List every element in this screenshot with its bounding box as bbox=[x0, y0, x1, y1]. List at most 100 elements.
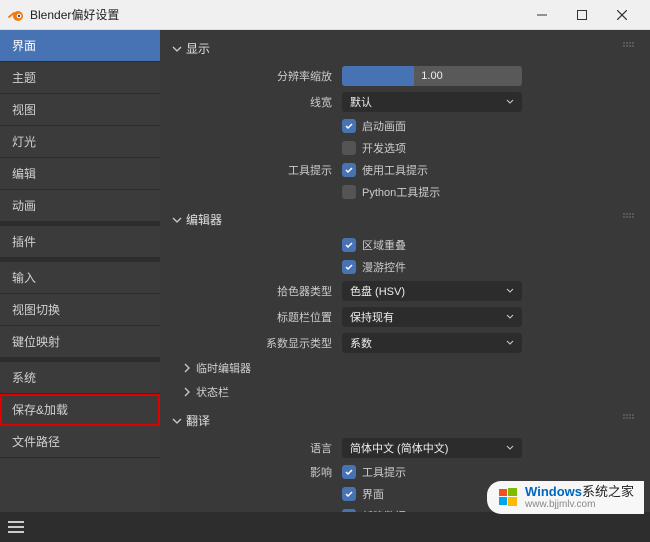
content-panel: 显示 分辨率缩放 1.00 线宽 默认 bbox=[160, 30, 650, 512]
drag-grip-icon[interactable] bbox=[622, 414, 636, 420]
row-nav-controls: 漫游控件 bbox=[164, 256, 642, 278]
watermark-text: Windows系统之家 www.bjjmlv.com bbox=[525, 485, 634, 510]
affect-interface-checkbox[interactable] bbox=[342, 487, 356, 501]
sidebar-item[interactable]: 界面 bbox=[0, 30, 160, 62]
main-area: 界面主题视图灯光编辑动画插件输入视图切换键位映射系统保存&加载文件路径 显示 分… bbox=[0, 30, 650, 512]
row-header-position: 标题栏位置 保持现有 bbox=[164, 304, 642, 330]
sidebar-item[interactable]: 插件 bbox=[0, 226, 160, 258]
section-title: 显示 bbox=[186, 40, 210, 57]
chevron-down-icon bbox=[506, 444, 514, 452]
factor-display-select[interactable]: 系数 bbox=[342, 333, 522, 353]
checkbox-label: 工具提示 bbox=[362, 464, 406, 480]
sidebar-item[interactable]: 主题 bbox=[0, 62, 160, 94]
watermark-url: www.bjjmlv.com bbox=[525, 499, 634, 510]
row-language: 语言 简体中文 (简体中文) bbox=[164, 435, 642, 461]
checkbox-label: 界面 bbox=[362, 486, 384, 502]
resolution-scale-slider[interactable]: 1.00 bbox=[342, 66, 522, 86]
row-region-overlap: 区域重叠 bbox=[164, 234, 642, 256]
affect-newdata-checkbox[interactable] bbox=[342, 509, 356, 512]
section-title: 编辑器 bbox=[186, 211, 222, 228]
section-header-editor[interactable]: 编辑器 bbox=[164, 205, 642, 234]
sidebar-item[interactable]: 系统 bbox=[0, 362, 160, 394]
sub-header-temp-editor[interactable]: 临时编辑器 bbox=[164, 356, 642, 380]
label: 影响 bbox=[172, 464, 342, 480]
minimize-button[interactable] bbox=[522, 0, 562, 30]
color-picker-select[interactable]: 色盘 (HSV) bbox=[342, 281, 522, 301]
checkbox-label: 区域重叠 bbox=[362, 237, 406, 253]
drag-grip-icon[interactable] bbox=[622, 42, 636, 48]
label: 拾色器类型 bbox=[172, 283, 342, 299]
use-tooltips-checkbox[interactable] bbox=[342, 163, 356, 177]
section-header-display[interactable]: 显示 bbox=[164, 34, 642, 63]
checkbox-label: 启动画面 bbox=[362, 118, 406, 134]
nav-controls-checkbox[interactable] bbox=[342, 260, 356, 274]
sidebar-item[interactable]: 视图 bbox=[0, 94, 160, 126]
row-color-picker: 拾色器类型 色盘 (HSV) bbox=[164, 278, 642, 304]
python-tooltips-checkbox[interactable] bbox=[342, 185, 356, 199]
titlebar: Blender偏好设置 bbox=[0, 0, 650, 30]
chevron-down-icon bbox=[172, 215, 182, 225]
drag-grip-icon[interactable] bbox=[622, 213, 636, 219]
window-controls bbox=[522, 0, 642, 30]
blender-logo-icon bbox=[8, 7, 24, 23]
sidebar: 界面主题视图灯光编辑动画插件输入视图切换键位映射系统保存&加载文件路径 bbox=[0, 30, 160, 512]
splash-checkbox[interactable] bbox=[342, 119, 356, 133]
row-resolution-scale: 分辨率缩放 1.00 bbox=[164, 63, 642, 89]
label: 系数显示类型 bbox=[172, 335, 342, 351]
sidebar-item[interactable]: 保存&加载 bbox=[0, 394, 160, 426]
chevron-right-icon bbox=[182, 387, 192, 397]
row-affect-tooltips: 影响 工具提示 bbox=[164, 461, 642, 483]
select-value: 色盘 (HSV) bbox=[350, 283, 405, 299]
close-button[interactable] bbox=[602, 0, 642, 30]
bottombar bbox=[0, 512, 650, 542]
checkbox-label: 新建数据 bbox=[362, 508, 406, 512]
row-splash: 启动画面 bbox=[164, 115, 642, 137]
chevron-down-icon bbox=[172, 44, 182, 54]
sub-title: 临时编辑器 bbox=[196, 360, 251, 376]
chevron-down-icon bbox=[506, 339, 514, 347]
sidebar-item[interactable]: 灯光 bbox=[0, 126, 160, 158]
region-overlap-checkbox[interactable] bbox=[342, 238, 356, 252]
affect-tooltips-checkbox[interactable] bbox=[342, 465, 356, 479]
watermark: Windows系统之家 www.bjjmlv.com bbox=[487, 481, 644, 514]
hamburger-menu-button[interactable] bbox=[8, 520, 24, 534]
row-factor-display: 系数显示类型 系数 bbox=[164, 330, 642, 356]
sidebar-item[interactable]: 文件路径 bbox=[0, 426, 160, 458]
language-select[interactable]: 简体中文 (简体中文) bbox=[342, 438, 522, 458]
maximize-button[interactable] bbox=[562, 0, 602, 30]
select-value: 保持现有 bbox=[350, 309, 394, 325]
section-title: 翻译 bbox=[186, 412, 210, 429]
sidebar-item[interactable]: 输入 bbox=[0, 262, 160, 294]
chevron-down-icon bbox=[172, 416, 182, 426]
window-title: Blender偏好设置 bbox=[30, 6, 119, 23]
label: 线宽 bbox=[172, 94, 342, 110]
slider-value: 1.00 bbox=[421, 70, 442, 82]
dev-extras-checkbox[interactable] bbox=[342, 141, 356, 155]
row-use-tooltips: 工具提示 使用工具提示 bbox=[164, 159, 642, 181]
select-value: 简体中文 (简体中文) bbox=[350, 440, 448, 456]
label: 标题栏位置 bbox=[172, 309, 342, 325]
sidebar-item[interactable]: 键位映射 bbox=[0, 326, 160, 358]
label: 工具提示 bbox=[172, 162, 342, 178]
header-position-select[interactable]: 保持现有 bbox=[342, 307, 522, 327]
line-width-select[interactable]: 默认 bbox=[342, 92, 522, 112]
chevron-down-icon bbox=[506, 313, 514, 321]
row-python-tooltips: Python工具提示 bbox=[164, 181, 642, 203]
section-header-translation[interactable]: 翻译 bbox=[164, 406, 642, 435]
sidebar-item[interactable]: 动画 bbox=[0, 190, 160, 222]
sub-header-status-bar[interactable]: 状态栏 bbox=[164, 380, 642, 404]
chevron-down-icon bbox=[506, 98, 514, 106]
watermark-brand: Windows系统之家 bbox=[525, 485, 634, 499]
checkbox-label: Python工具提示 bbox=[362, 184, 440, 200]
chevron-down-icon bbox=[506, 287, 514, 295]
select-value: 默认 bbox=[350, 94, 372, 110]
checkbox-label: 开发选项 bbox=[362, 140, 406, 156]
sidebar-item[interactable]: 编辑 bbox=[0, 158, 160, 190]
sidebar-item[interactable]: 视图切换 bbox=[0, 294, 160, 326]
section-editor: 编辑器 区域重叠 漫游控件 拾色器类型 bbox=[164, 205, 642, 404]
label: 语言 bbox=[172, 440, 342, 456]
label: 分辨率缩放 bbox=[172, 68, 342, 84]
sub-title: 状态栏 bbox=[196, 384, 229, 400]
checkbox-label: 使用工具提示 bbox=[362, 162, 428, 178]
section-display: 显示 分辨率缩放 1.00 线宽 默认 bbox=[164, 34, 642, 203]
